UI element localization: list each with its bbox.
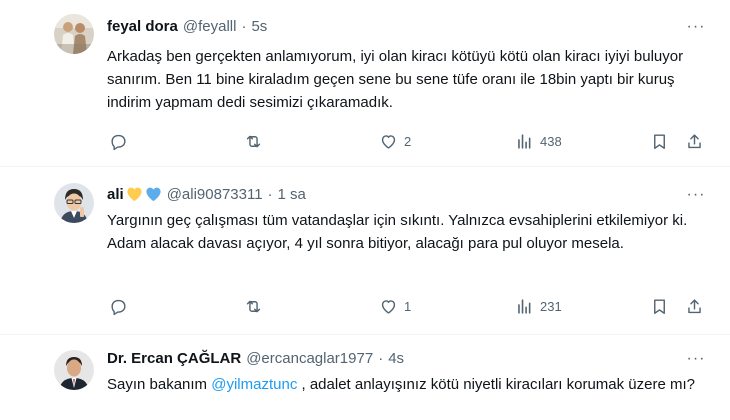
avatar[interactable]: [54, 183, 94, 223]
avatar[interactable]: [54, 350, 94, 390]
views-button[interactable]: 231: [515, 295, 562, 317]
like-count: 1: [404, 298, 412, 314]
like-icon: [381, 299, 396, 314]
like-button[interactable]: 1: [379, 295, 411, 317]
more-icon: ···: [686, 350, 706, 367]
retweet-button[interactable]: [244, 130, 269, 152]
tweet[interactable]: feyal dora @feyalll · 5s ··· Arkadaş ben…: [0, 0, 730, 166]
views-icon: [518, 298, 531, 314]
blue-heart-icon: [145, 186, 162, 202]
more-options-button[interactable]: ···: [686, 185, 706, 205]
separator-dot: ·: [267, 185, 273, 203]
view-count: 231: [540, 298, 562, 314]
display-name[interactable]: ali: [107, 186, 124, 203]
tweet-text: Sayın bakanım @yilmaztunc , adalet anlay…: [107, 373, 707, 396]
bookmark-icon: [654, 298, 665, 314]
view-count: 438: [540, 133, 562, 149]
views-icon: [518, 133, 531, 149]
more-icon: ···: [686, 18, 706, 35]
separator-dot: ·: [241, 17, 247, 35]
share-button[interactable]: [685, 295, 704, 317]
more-options-button[interactable]: ···: [686, 349, 706, 369]
share-icon: [688, 133, 701, 148]
display-name[interactable]: Dr. Ercan ÇAĞLAR: [107, 350, 241, 367]
timestamp[interactable]: 5s: [251, 18, 267, 35]
reply-button[interactable]: [109, 295, 134, 317]
tweet-text: Arkadaş ben gerçekten anlamıyorum, iyi o…: [107, 48, 684, 111]
reply-icon: [111, 134, 126, 150]
username[interactable]: @ercancaglar1977: [246, 350, 373, 367]
retweet-icon: [246, 135, 261, 147]
views-button[interactable]: 438: [515, 130, 562, 152]
timestamp[interactable]: 4s: [388, 350, 404, 367]
more-options-button[interactable]: ···: [686, 17, 706, 37]
tweet-text-start: Sayın bakanım: [107, 376, 212, 393]
avatar[interactable]: [54, 14, 94, 54]
yellow-heart-icon: [126, 186, 143, 202]
like-icon: [381, 134, 396, 149]
like-button[interactable]: 2: [379, 130, 411, 152]
tweet-header: feyal dora @feyalll · 5s: [107, 15, 267, 37]
bookmark-button[interactable]: [650, 295, 669, 317]
display-name[interactable]: feyal dora: [107, 18, 178, 35]
more-icon: ···: [686, 186, 706, 203]
tweet-header: Dr. Ercan ÇAĞLAR @ercancaglar1977 · 4s: [107, 347, 404, 369]
username[interactable]: @ali90873311: [167, 186, 263, 203]
retweet-button[interactable]: [244, 295, 269, 317]
username[interactable]: @feyalll: [183, 18, 237, 35]
tweet-actions: 2 438: [107, 130, 707, 152]
like-count: 2: [404, 133, 412, 149]
tweet-text-end: , adalet anlayışınız kötü niyetli kiracı…: [297, 376, 695, 393]
share-button[interactable]: [685, 130, 704, 152]
retweet-icon: [246, 300, 261, 312]
share-icon: [688, 298, 701, 313]
reply-icon: [111, 299, 126, 315]
bookmark-icon: [654, 133, 665, 149]
tweet-header: ali @ali90873311 · 1 sa: [107, 183, 306, 205]
tweet[interactable]: Dr. Ercan ÇAĞLAR @ercancaglar1977 · 4s ·…: [0, 334, 730, 420]
separator-dot: ·: [378, 349, 384, 367]
reply-button[interactable]: [109, 130, 134, 152]
tweet[interactable]: ali @ali90873311 · 1 sa ··· Yargının geç…: [0, 166, 730, 334]
bookmark-button[interactable]: [650, 130, 669, 152]
mention-link[interactable]: @yilmaztunc: [211, 376, 297, 393]
tweet-text: Yargının geç çalışması tüm vatandaşlar i…: [107, 212, 688, 252]
timestamp[interactable]: 1 sa: [278, 186, 306, 203]
tweet-actions: 1 231: [107, 295, 707, 317]
